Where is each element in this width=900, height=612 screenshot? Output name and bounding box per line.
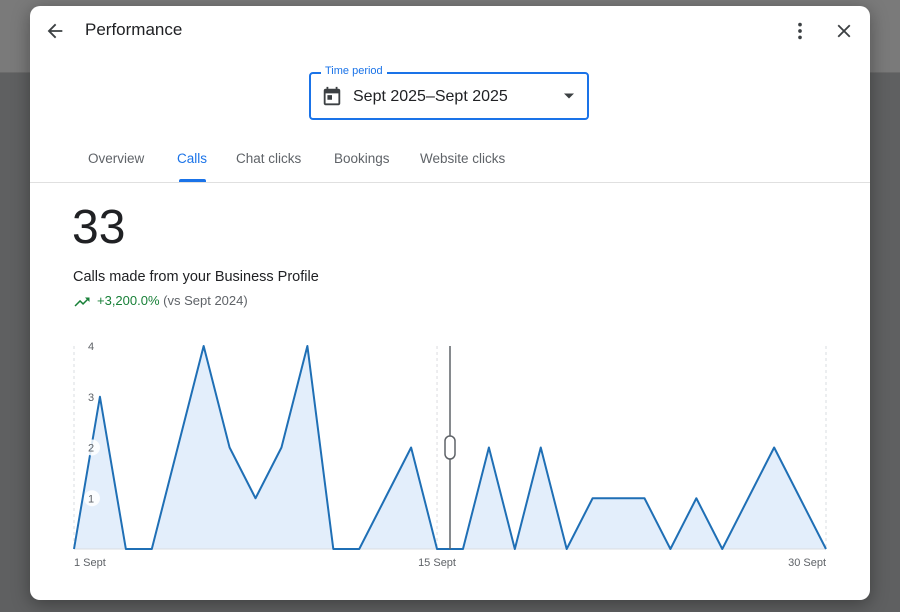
y-tick-label: 2: [88, 443, 94, 455]
performance-dialog: Performance Time period Sept 2025–Sept 2…: [30, 6, 870, 600]
y-tick-label: 3: [88, 392, 94, 404]
x-tick-label: 30 Sept: [788, 557, 826, 569]
chart-cursor-handle[interactable]: [444, 435, 456, 460]
x-tick-label: 15 Sept: [418, 557, 456, 569]
x-tick-label: 1 Sept: [74, 557, 106, 569]
y-tick-label: 1: [88, 493, 94, 505]
calls-area-chart: 1 2 3 4 1 Sept 15 Sept 30 Sept: [73, 341, 827, 569]
y-tick-label: 4: [88, 341, 94, 353]
